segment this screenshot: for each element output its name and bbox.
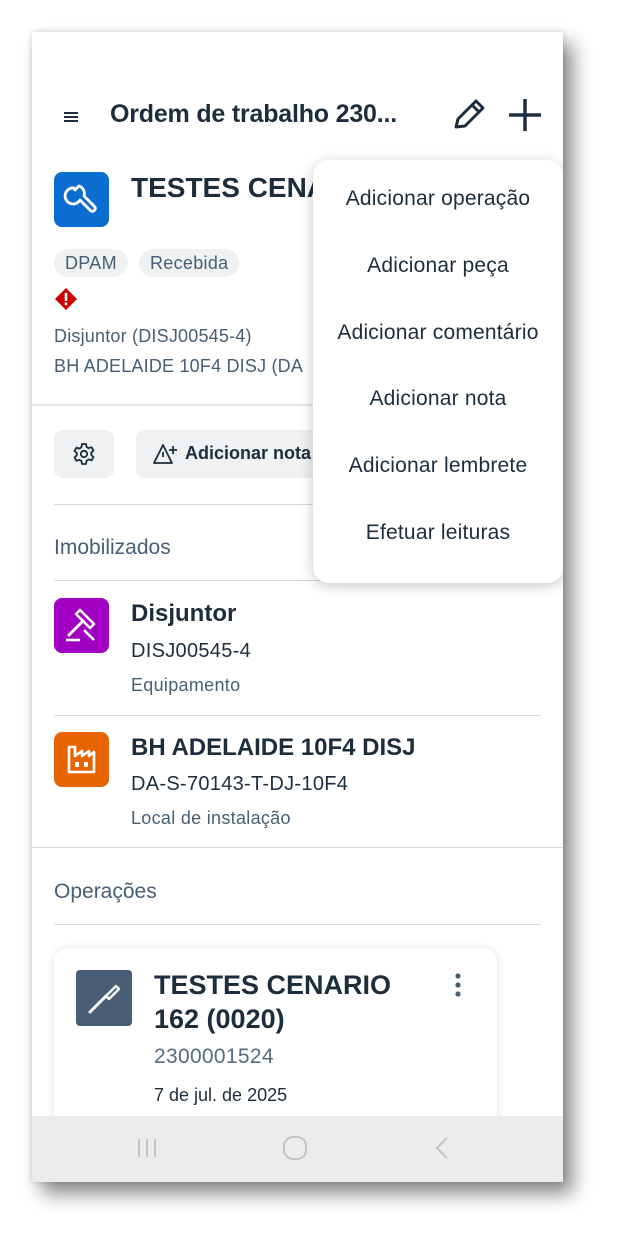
operation-number: 2300001524: [154, 1045, 274, 1068]
screwdriver-icon: [76, 970, 132, 1026]
equipment-line: Disjuntor (DISJ00545-4): [54, 326, 252, 346]
phone-screen: Ordem de trabalho 230... TESTES CENA 162…: [32, 32, 563, 1182]
add-note-label: Adicionar nota: [185, 443, 312, 463]
gear-icon: [73, 443, 95, 465]
priority-high-icon: [55, 288, 77, 310]
wrench-icon: [54, 172, 109, 227]
divider: [32, 847, 563, 848]
menu-item-add-comment[interactable]: Adicionar comentário: [313, 300, 563, 366]
asset-title[interactable]: Disjuntor: [131, 600, 236, 628]
operation-date: 7 de jul. de 2025: [154, 1085, 288, 1105]
app-header: Ordem de trabalho 230...: [32, 92, 563, 142]
asset-type: Equipamento: [131, 675, 241, 695]
menu-item-take-readings[interactable]: Efetuar leituras: [313, 500, 563, 566]
add-note-button[interactable]: Adicionar nota: [136, 430, 336, 478]
asset-title[interactable]: BH ADELAIDE 10F4 DISJ: [131, 734, 416, 762]
divider: [54, 715, 541, 716]
operations-section-title: Operações: [54, 880, 157, 903]
add-notification-icon: [153, 444, 177, 464]
asset-type: Local de instalação: [131, 808, 291, 828]
settings-button[interactable]: [54, 430, 114, 478]
menu-item-add-note[interactable]: Adicionar nota: [313, 366, 563, 432]
menu-item-add-operation[interactable]: Adicionar operação: [313, 166, 563, 232]
tag-status: Recebida: [139, 249, 240, 277]
recent-apps-icon[interactable]: [135, 1136, 159, 1160]
more-options-icon[interactable]: [446, 972, 470, 1000]
back-icon[interactable]: [432, 1135, 452, 1161]
equipment-icon: [54, 598, 109, 653]
operation-title: TESTES CENARIO 162 (0020): [154, 970, 392, 1034]
home-icon[interactable]: [282, 1135, 308, 1161]
menu-item-add-part[interactable]: Adicionar peça: [313, 233, 563, 299]
add-icon[interactable]: [506, 96, 544, 134]
asset-id: DISJ00545-4: [131, 640, 252, 662]
edit-icon[interactable]: [450, 96, 488, 134]
location-line: BH ADELAIDE 10F4 DISJ (DA: [54, 356, 304, 376]
page-title: Ordem de trabalho 230...: [110, 100, 397, 128]
menu-icon[interactable]: [64, 112, 78, 122]
menu-item-add-reminder[interactable]: Adicionar lembrete: [313, 433, 563, 499]
system-nav-bar: [32, 1116, 563, 1182]
tag-dpam: DPAM: [54, 249, 128, 277]
asset-id: DA-S-70143-T-DJ-10F4: [131, 773, 349, 795]
assets-section-title: Imobilizados: [54, 536, 171, 559]
factory-icon: [54, 732, 109, 787]
add-menu-popup: Adicionar operação Adicionar peça Adicio…: [313, 160, 563, 583]
divider: [54, 924, 541, 925]
